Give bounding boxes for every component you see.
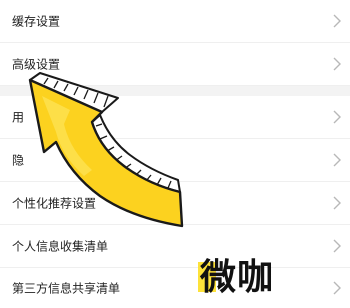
settings-row-advanced[interactable]: 高级设置 [0, 43, 350, 86]
row-label: 缓存设置 [12, 14, 61, 29]
row-label: 用 [12, 110, 25, 125]
chevron-right-icon [333, 239, 341, 253]
row-label: 个人信息收集清单 [12, 239, 109, 254]
chevron-right-icon [333, 110, 341, 124]
chevron-right-icon [333, 196, 341, 210]
section-divider [0, 86, 350, 96]
settings-row-partial-2[interactable]: 隐 [0, 139, 350, 182]
row-label: 高级设置 [12, 57, 61, 72]
watermark-text: 微咖 [200, 257, 275, 298]
watermark-logo: 微咖 [198, 258, 326, 300]
row-label: 个性化推荐设置 [12, 196, 97, 211]
settings-row-cache[interactable]: 缓存设置 [0, 0, 350, 43]
settings-row-personalized-recommendation[interactable]: 个性化推荐设置 [0, 182, 350, 225]
row-label: 第三方信息共享清单 [12, 281, 121, 296]
chevron-right-icon [333, 153, 341, 167]
chevron-right-icon [333, 281, 341, 295]
chevron-right-icon [333, 57, 341, 71]
row-label: 隐 [12, 153, 25, 168]
settings-row-partial-1[interactable]: 用 [0, 96, 350, 139]
chevron-right-icon [333, 14, 341, 28]
